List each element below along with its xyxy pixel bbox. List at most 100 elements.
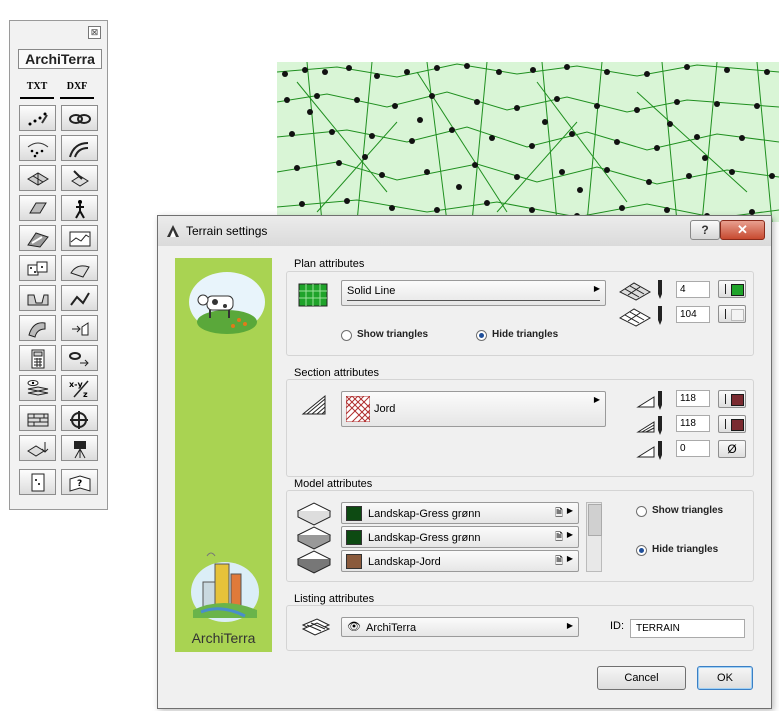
model-show-triangles-radio[interactable]: [636, 506, 647, 517]
palette-close-button[interactable]: ⊠: [88, 26, 101, 39]
path-icon: [27, 232, 49, 248]
scatter-points-button[interactable]: [19, 105, 56, 131]
dropdown-arrow-icon: ▶: [566, 621, 573, 630]
export-tool-button[interactable]: [19, 435, 56, 461]
slope-icon: [28, 322, 46, 338]
contour-lines-button[interactable]: [61, 135, 98, 161]
fill-tool-button[interactable]: [61, 285, 98, 311]
camera-tripod-icon: [74, 441, 86, 459]
material-list-icon: 🗎: [554, 508, 563, 519]
calculator-icon: [31, 349, 45, 369]
layers-tool-button[interactable]: [19, 375, 56, 401]
model-show-triangles-label: Show triangles: [652, 505, 724, 516]
model-material-bottom-dropdown[interactable]: Landskap-Jord 🗎 ▶: [341, 550, 579, 572]
profile-tool-button[interactable]: [61, 225, 98, 251]
plant-tool-button[interactable]: [61, 255, 98, 281]
architerra-tool-palette: ⊠ ArchiTerra TXT DXF x-y z ?: [9, 20, 108, 510]
svg-text:z: z: [83, 390, 88, 399]
target-tool-button[interactable]: [61, 405, 98, 431]
material-bottom-swatch: [346, 554, 362, 569]
plan-show-triangles-radio[interactable]: [341, 330, 352, 341]
edit-mesh-button[interactable]: [61, 165, 98, 191]
random-tool-button[interactable]: [19, 255, 56, 281]
contour-points-button[interactable]: [19, 135, 56, 161]
section-fill-dropdown[interactable]: Jord ▶: [341, 391, 606, 427]
slope-tool-button[interactable]: [19, 315, 56, 341]
terrain-mesh-button[interactable]: [19, 165, 56, 191]
walk-tool-button[interactable]: [61, 195, 98, 221]
xyz-tool-button[interactable]: x-y z: [61, 375, 98, 401]
terrain-settings-dialog: Terrain settings ? ✕ ArchiTerra Plan att…: [157, 215, 772, 709]
section-cut-pen-field[interactable]: 118: [676, 390, 710, 407]
model-hide-triangles-radio[interactable]: [636, 545, 647, 556]
model-material-scrollbar[interactable]: [586, 502, 602, 572]
connect-tool-button[interactable]: [61, 345, 98, 371]
crosshair-target-icon: [70, 411, 88, 429]
model-hide-triangles-label: Hide triangles: [652, 544, 719, 555]
plan-hide-triangles-radio[interactable]: [476, 330, 487, 341]
material-side-label: Landskap-Gress grønn: [368, 532, 481, 544]
dialog-title: Terrain settings: [186, 224, 268, 238]
paving-icon: [27, 413, 49, 427]
plan-line-type-dropdown[interactable]: Solid Line ▶: [341, 280, 606, 306]
fill-pattern-swatch-icon: [346, 396, 370, 422]
link-points-button[interactable]: [61, 105, 98, 131]
pen-color-swatch: [731, 284, 744, 296]
import-txt-button[interactable]: TXT: [20, 77, 54, 99]
listing-attributes-title: Listing attributes: [293, 593, 376, 605]
section-hatch-icon: [301, 394, 326, 415]
terrain-mesh-icon: [27, 172, 49, 186]
plan-fill-icon: [298, 283, 328, 307]
section-cut-pen-color-button[interactable]: [718, 390, 746, 408]
dropdown-arrow-icon: ▶: [566, 554, 573, 563]
model-material-side-dropdown[interactable]: Landskap-Gress grønn 🗎 ▶: [341, 526, 579, 548]
section-cut-pen-icon: [636, 391, 662, 410]
plan-bottom-pen-color-button[interactable]: [718, 305, 746, 323]
line-preview: [347, 300, 600, 301]
eye-layers-icon: [27, 380, 49, 396]
id-input[interactable]: TERRAIN: [630, 619, 745, 638]
brick-tool-button[interactable]: [19, 405, 56, 431]
section-fill-pen-color-button[interactable]: [718, 415, 746, 433]
section-background-pen-field[interactable]: 0: [676, 440, 710, 457]
calculator-button[interactable]: [19, 345, 56, 371]
path-tool-button[interactable]: [19, 225, 56, 251]
dialog-titlebar[interactable]: Terrain settings ? ✕: [158, 216, 771, 246]
plan-line-type-label: Solid Line: [347, 285, 396, 297]
step-tool-button[interactable]: [61, 315, 98, 341]
palette-logo: ArchiTerra: [18, 49, 102, 69]
listing-layers-icon: [301, 618, 331, 636]
listing-layer-dropdown[interactable]: 👁 ArchiTerra ▶: [341, 617, 579, 637]
help-button[interactable]: ?: [690, 220, 720, 240]
import-dxf-button[interactable]: DXF: [60, 77, 94, 99]
excavation-icon: [27, 294, 49, 306]
plan-bottom-pen-icon: [618, 306, 662, 327]
help-book-button[interactable]: ?: [61, 469, 98, 495]
section-background-empty-button[interactable]: Ø: [718, 440, 746, 458]
camera-tool-button[interactable]: [61, 435, 98, 461]
plan-top-pen-field[interactable]: 4: [676, 281, 710, 298]
material-list-icon: 🗎: [554, 532, 563, 543]
pen-fill-icon: [70, 292, 90, 306]
xyz-coordinate-icon: x-yz: [69, 380, 89, 399]
section-fill-label: Jord: [374, 403, 396, 415]
terrain-map-canvas: [277, 62, 779, 222]
section-fill-pen-field[interactable]: 118: [676, 415, 710, 432]
link-arrows-icon: [69, 352, 89, 367]
settings-dialog-button[interactable]: [19, 469, 56, 495]
material-list-icon: 🗎: [554, 556, 563, 567]
model-material-top-dropdown[interactable]: Landskap-Gress grønn 🗎 ▶: [341, 502, 579, 524]
eye-icon: 👁: [347, 621, 361, 633]
road-tool-button[interactable]: [19, 195, 56, 221]
architerra-side-panel: ArchiTerra: [175, 258, 272, 652]
plan-top-pen-color-button[interactable]: [718, 280, 746, 298]
document-settings-icon: [31, 473, 45, 492]
excavate-tool-button[interactable]: [19, 285, 56, 311]
plan-bottom-pen-field[interactable]: 104: [676, 306, 710, 323]
dropdown-arrow-icon: ▶: [593, 395, 600, 404]
close-button[interactable]: ✕: [720, 220, 765, 240]
ok-button[interactable]: OK: [697, 666, 753, 690]
hand-plant-icon: [70, 265, 90, 278]
help-book-icon: ?: [69, 475, 91, 492]
cancel-button[interactable]: Cancel: [597, 666, 686, 690]
